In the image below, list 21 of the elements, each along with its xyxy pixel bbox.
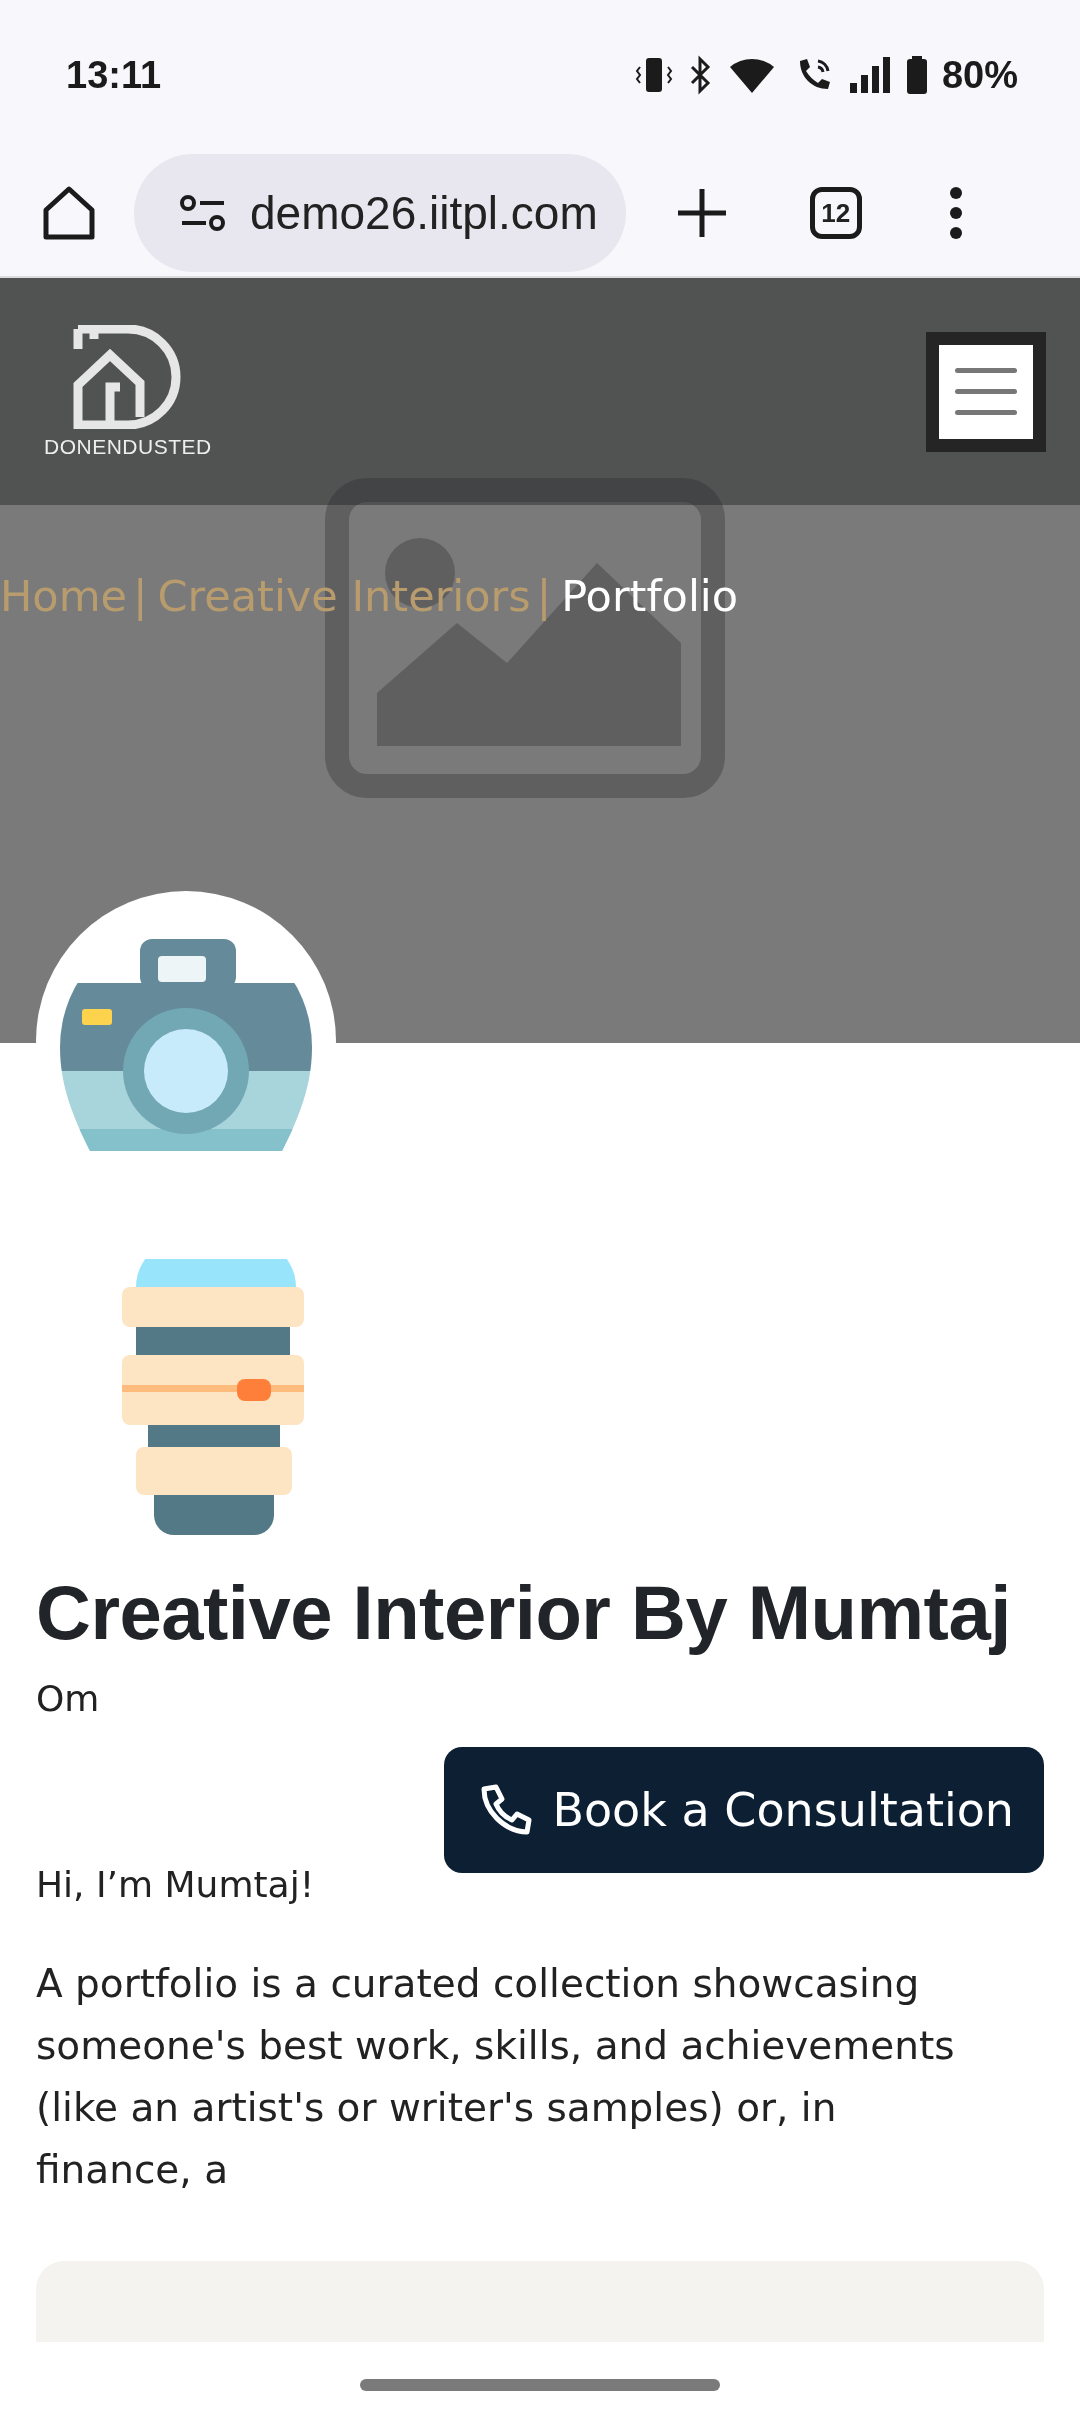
breadcrumb-separator: | [133,571,148,621]
vibrate-icon [633,55,674,95]
site-settings-icon[interactable] [180,193,226,233]
status-time: 13:11 [66,53,162,97]
new-tab-icon[interactable] [675,187,728,239]
tab-count-button[interactable]: 12 [809,187,862,239]
address-bar[interactable]: demo26.iitpl.com [134,154,626,272]
page-title: Creative Interior By Mumtaj [36,1569,1012,1656]
menu-button[interactable] [926,331,1046,452]
battery-icon [905,55,928,95]
logo-text: DONENDUSTED [44,434,212,459]
subtitle: Om [36,1678,101,1719]
bio-paragraph: A portfolio is a curated collection showcasing someone's best work, skills, and achievements (like an artist's or writer's samples) or, in finance, a [36,1960,956,2194]
breadcrumb-separator: | [536,571,552,621]
book-consultation-button[interactable]: Book a Consultation [444,1747,1044,1873]
battery-percent: 80% [941,53,1018,97]
breadcrumb-link[interactable]: Portfolio [561,571,739,621]
signal-icon [847,55,892,95]
greeting-text: Hi, I’m Mumtaj! [36,1864,315,1905]
url-text: demo26.iitpl.com [250,186,598,240]
more-menu-icon[interactable] [947,186,964,240]
